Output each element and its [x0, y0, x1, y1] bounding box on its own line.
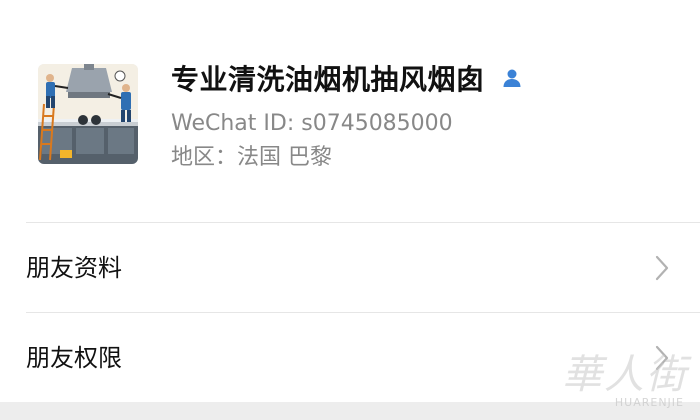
divider: [26, 222, 700, 223]
menu-item-label: 朋友资料: [26, 254, 122, 282]
profile-header[interactable]: 专业清洗油烟机抽风烟囱 WeChat ID: s0745085000 地区：法国…: [0, 0, 700, 222]
bottom-spacer: [0, 402, 700, 420]
wechat-id: WeChat ID: s0745085000: [171, 111, 453, 136]
menu-item-friend-profile[interactable]: 朋友资料: [0, 224, 700, 312]
menu-item-label: 朋友权限: [26, 344, 122, 372]
name-row: 专业清洗油烟机抽风烟囱: [171, 56, 523, 100]
chevron-right-icon: [654, 254, 670, 282]
region: 地区：法国 巴黎: [171, 145, 332, 170]
divider: [26, 312, 700, 313]
kitchen-cleaning-avatar-icon: [38, 64, 138, 164]
menu-item-friend-permissions[interactable]: 朋友权限: [0, 314, 700, 402]
male-user-icon: [501, 67, 523, 89]
avatar[interactable]: [38, 64, 138, 164]
chevron-right-icon: [654, 344, 670, 372]
profile-name: 专业清洗油烟机抽风烟囱: [171, 63, 485, 96]
